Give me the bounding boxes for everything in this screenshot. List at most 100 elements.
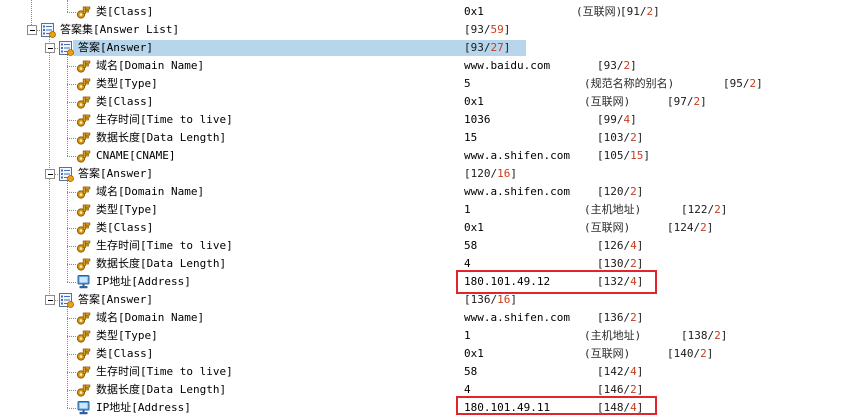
network-address-icon (76, 400, 92, 416)
field-name: 生存时间[Time to live] (96, 365, 233, 378)
field-value: www.a.shifen.com (464, 149, 570, 162)
byte-length: 2 (630, 131, 637, 144)
field-name: 答案[Answer] (78, 293, 153, 306)
record-list-icon (40, 22, 56, 38)
byte-length: 2 (630, 257, 637, 270)
byte-length: 2 (714, 329, 721, 342)
tree-field-cname[interactable]: CNAME[CNAME] www.a.shifen.com [105/15] (0, 147, 852, 165)
field-value: www.a.shifen.com (464, 311, 570, 324)
field-name: 答案[Answer] (78, 167, 153, 180)
field-name: 类[Class] (96, 95, 154, 108)
tree-guide-line (67, 264, 76, 265)
tree-field-class[interactable]: 类[Class] 0x1 (互联网) [97/2] (0, 93, 852, 111)
tree-node-answer-list[interactable]: 答案集[Answer List] [93/59] (0, 21, 852, 39)
byte-length: 2 (646, 5, 654, 18)
field-name: 生存时间[Time to live] (96, 239, 233, 252)
field-description: (主机地址) (584, 329, 642, 342)
field-value: 0x1 (464, 5, 484, 18)
record-list-icon (58, 40, 74, 56)
field-value: 58 (464, 365, 478, 378)
byte-offset: [122/2] (681, 203, 728, 216)
field-description: (互联网) (576, 5, 623, 18)
field-name: 生存时间[Time to live] (96, 113, 233, 126)
field-value: 1036 (464, 113, 491, 126)
byte-offset: [120/16] (464, 167, 517, 180)
field-name: 域名[Domain Name] (96, 59, 205, 72)
field-name: 类[Class] (96, 221, 154, 234)
byte-length: 2 (630, 185, 637, 198)
field-value: 1 (464, 329, 471, 342)
tree-field-class[interactable]: 类[Class] 0x1 (互联网) [140/2] (0, 345, 852, 363)
field-value: 0x1 (464, 347, 484, 360)
tree-field-address[interactable]: IP地址[Address] 180.101.49.11 [148/4] (0, 396, 852, 417)
tree-field-time-to-live[interactable]: 生存时间[Time to live] 58 [142/4] (0, 363, 852, 381)
tree-guide-line (67, 318, 76, 319)
byte-offset: [97/2] (667, 95, 707, 108)
tree-guide-line (67, 336, 76, 337)
byte-length: 4 (630, 239, 637, 252)
tree-node-answer[interactable]: 答案[Answer] [136/16] (0, 291, 852, 309)
tree-guide-line (67, 390, 76, 391)
byte-offset: [136/16] (464, 293, 517, 306)
key-icon (76, 112, 92, 128)
byte-length: 2 (630, 383, 637, 396)
key-icon (76, 238, 92, 254)
tree-field-address[interactable]: IP地址[Address] 180.101.49.12 [132/4] (0, 270, 852, 294)
collapse-toggle[interactable] (45, 43, 55, 53)
field-description: (互联网) (584, 347, 631, 360)
field-name: CNAME[CNAME] (96, 149, 176, 162)
byte-offset: [136/2] (597, 311, 644, 324)
tree-node-answer[interactable]: 答案[Answer] [93/27] (0, 39, 852, 57)
field-value: 15 (464, 131, 478, 144)
tree-field-domain-name[interactable]: 域名[Domain Name] www.baidu.com [93/2] (0, 57, 852, 75)
tree-guide-line (67, 12, 76, 13)
tree-guide-line (67, 246, 76, 247)
key-icon (76, 382, 92, 398)
field-value: 4 (464, 383, 471, 396)
byte-offset: [120/2] (597, 185, 644, 198)
field-name: 域名[Domain Name] (96, 311, 205, 324)
key-icon (76, 346, 92, 362)
tree-guide-line (67, 372, 76, 373)
byte-offset: [105/15] (597, 149, 650, 162)
tree-field-type[interactable]: 类型[Type] 1 (主机地址) [122/2] (0, 201, 852, 219)
key-icon (76, 202, 92, 218)
field-value: www.a.shifen.com (464, 185, 570, 198)
tree-node-answer[interactable]: 答案[Answer] [120/16] (0, 165, 852, 183)
tree-field-type[interactable]: 类型[Type] 1 (主机地址) [138/2] (0, 327, 852, 345)
tree-field-domain-name[interactable]: 域名[Domain Name] www.a.shifen.com [136/2] (0, 309, 852, 327)
packet-decode-tree[interactable]: 类[Class] 0x1 (互联网) [91/2] 答案集[Answer List] [9… (0, 0, 852, 417)
tree-field-type[interactable]: 类型[Type] 5 (规范名称的别名) [95/2] (0, 75, 852, 93)
collapse-toggle[interactable] (45, 295, 55, 305)
key-icon (76, 94, 92, 110)
key-icon (76, 256, 92, 272)
tree-field-class[interactable]: 类[Class] 0x1 (互联网) [91/2] (0, 3, 852, 21)
byte-offset: [124/2] (667, 221, 714, 234)
collapse-toggle[interactable] (45, 169, 55, 179)
byte-length: 2 (630, 311, 637, 324)
field-name: 答案集[Answer List] (60, 23, 180, 36)
field-value: 58 (464, 239, 478, 252)
key-icon (76, 4, 92, 20)
tree-guide-line (67, 192, 76, 193)
tree-field-class[interactable]: 类[Class] 0x1 (互联网) [124/2] (0, 219, 852, 237)
tree-guide-line (67, 210, 76, 211)
field-value: 0x1 (464, 95, 484, 108)
collapse-toggle[interactable] (27, 25, 37, 35)
field-description: (主机地址) (584, 203, 642, 216)
tree-field-data-length[interactable]: 数据长度[Data Length] 4 [146/2] (0, 381, 852, 399)
key-icon (76, 130, 92, 146)
byte-length: 2 (749, 77, 757, 90)
tree-guide-line (67, 156, 76, 157)
tree-guide-line (67, 354, 76, 355)
tree-field-time-to-live[interactable]: 生存时间[Time to live] 1036 [99/4] (0, 111, 852, 129)
byte-offset: [142/4] (597, 365, 644, 378)
byte-length: 2 (693, 95, 701, 108)
tree-field-data-length[interactable]: 数据长度[Data Length] 15 [103/2] (0, 129, 852, 147)
tree-field-domain-name[interactable]: 域名[Domain Name] www.a.shifen.com [120/2] (0, 183, 852, 201)
tree-field-data-length[interactable]: 数据长度[Data Length] 4 [130/2] (0, 255, 852, 273)
byte-offset: [146/2] (597, 383, 644, 396)
tree-field-time-to-live[interactable]: 生存时间[Time to live] 58 [126/4] (0, 237, 852, 255)
key-icon (76, 364, 92, 380)
byte-length: 2 (700, 221, 707, 234)
